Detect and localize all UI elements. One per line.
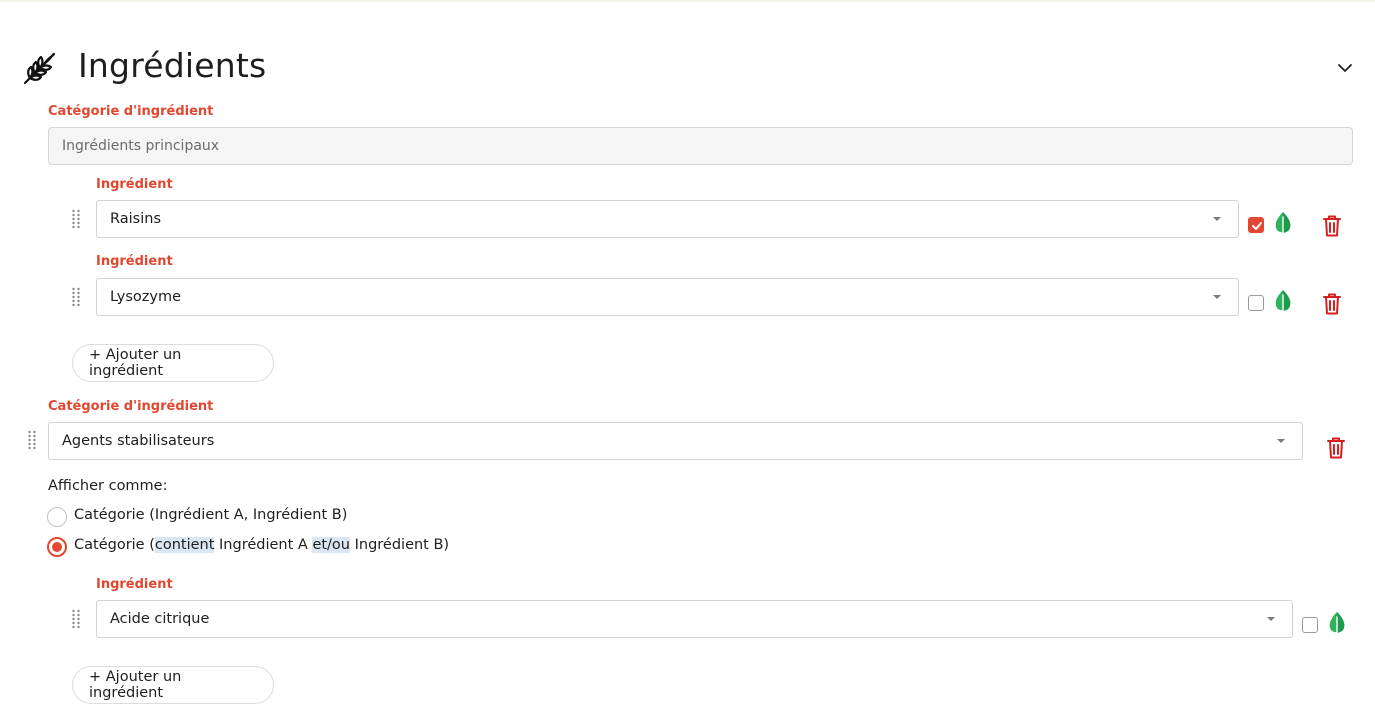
ingredient-select[interactable]: Raisins xyxy=(96,200,1239,238)
option-text: Catégorie ( xyxy=(74,537,155,553)
organic-checkbox[interactable] xyxy=(1302,617,1318,633)
category-label: Catégorie d'ingrédient xyxy=(48,104,214,119)
ingredient-select-value: Acide citrique xyxy=(110,611,210,627)
display-option-radio[interactable] xyxy=(47,507,67,527)
check-icon xyxy=(1252,222,1262,230)
highlighted-word: et/ou xyxy=(312,537,350,553)
ingredient-select[interactable]: Acide citrique xyxy=(96,600,1293,638)
drag-handle-icon[interactable] xyxy=(71,209,81,229)
option-text: Ingrédient A xyxy=(214,537,313,553)
top-border xyxy=(0,0,1375,2)
trash-icon[interactable] xyxy=(1323,215,1341,237)
ingredient-select-value: Raisins xyxy=(110,211,161,227)
organic-leaf-icon xyxy=(1329,612,1345,637)
ingredient-label: Ingrédient xyxy=(96,254,173,269)
dropdown-caret-icon xyxy=(1267,617,1275,621)
dropdown-caret-icon xyxy=(1213,217,1221,221)
display-option-label[interactable]: Catégorie (Ingrédient A, Ingrédient B) xyxy=(74,507,347,523)
wheat-icon xyxy=(23,52,56,85)
ingredient-label: Ingrédient xyxy=(96,177,173,192)
drag-handle-icon[interactable] xyxy=(71,287,81,307)
category-name-field[interactable]: Ingrédients principaux xyxy=(48,127,1353,165)
dropdown-caret-icon xyxy=(1213,295,1221,299)
display-option-label[interactable]: Catégorie (contient Ingrédient A et/ou I… xyxy=(74,537,449,553)
category-label: Catégorie d'ingrédient xyxy=(48,399,214,414)
highlighted-word: contient xyxy=(154,537,215,553)
trash-icon[interactable] xyxy=(1327,437,1345,459)
drag-handle-icon[interactable] xyxy=(27,430,37,450)
drag-handle-icon[interactable] xyxy=(71,609,81,629)
trash-icon[interactable] xyxy=(1323,293,1341,315)
ingredient-label: Ingrédient xyxy=(96,577,173,592)
organic-leaf-icon xyxy=(1275,212,1291,237)
display-option-radio[interactable] xyxy=(47,537,67,557)
add-ingredient-button[interactable]: + Ajouter un ingrédient xyxy=(72,666,274,704)
organic-checkbox[interactable] xyxy=(1248,295,1264,311)
chevron-down-icon[interactable] xyxy=(1335,60,1355,76)
organic-checkbox[interactable] xyxy=(1248,217,1264,233)
dropdown-caret-icon xyxy=(1277,439,1285,443)
organic-leaf-icon xyxy=(1275,290,1291,315)
section-title: Ingrédients xyxy=(78,46,267,85)
ingredient-select-value: Lysozyme xyxy=(110,289,181,305)
category-select[interactable]: Agents stabilisateurs xyxy=(48,422,1303,460)
display-as-label: Afficher comme: xyxy=(48,478,168,494)
add-ingredient-button[interactable]: + Ajouter un ingrédient xyxy=(72,344,274,382)
option-text: Ingrédient B) xyxy=(350,537,450,553)
ingredient-select[interactable]: Lysozyme xyxy=(96,278,1239,316)
category-select-value: Agents stabilisateurs xyxy=(62,433,215,449)
